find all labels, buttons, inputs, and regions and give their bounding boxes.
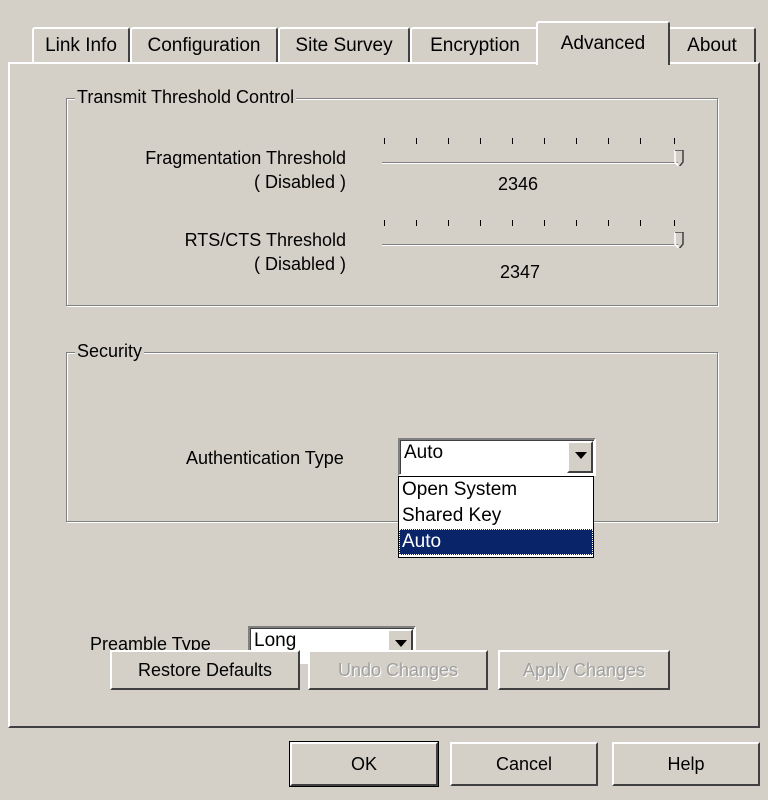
authentication-type-label: Authentication Type [186, 448, 344, 468]
authentication-type-select[interactable]: Auto [398, 438, 596, 476]
fragmentation-slider-thumb[interactable] [674, 150, 684, 166]
security-title: Security [75, 341, 145, 362]
fragmentation-status: ( Disabled ) [253, 172, 346, 192]
option-open-system[interactable]: Open System [399, 477, 593, 503]
security-group: Security [66, 341, 718, 522]
tab-site-survey[interactable]: Site Survey [278, 27, 410, 63]
authentication-type-dropdown[interactable]: Open System Shared Key Auto [398, 476, 594, 558]
option-auto[interactable]: Auto [399, 529, 593, 555]
tab-encryption[interactable]: Encryption [410, 27, 540, 63]
tab-configuration[interactable]: Configuration [130, 27, 278, 63]
fragmentation-threshold-label: Fragmentation Threshold [145, 148, 346, 168]
rts-cts-value: 2347 [500, 262, 541, 282]
apply-changes-button[interactable]: Apply Changes [498, 650, 670, 690]
tab-link-info[interactable]: Link Info [32, 27, 130, 63]
option-shared-key[interactable]: Shared Key [399, 503, 593, 529]
fragmentation-value: 2346 [498, 174, 539, 194]
ok-button[interactable]: OK [289, 741, 439, 787]
chevron-down-icon[interactable] [567, 441, 593, 473]
tab-about[interactable]: About [668, 27, 756, 63]
rts-cts-threshold-label: RTS/CTS Threshold [184, 230, 346, 250]
fragmentation-slider[interactable] [382, 134, 692, 170]
rts-cts-status: ( Disabled ) [253, 254, 346, 274]
preamble-type-value: Long [254, 630, 297, 651]
rts-cts-slider[interactable] [382, 216, 692, 252]
advanced-panel: Transmit Threshold Control Fragmentation… [8, 62, 760, 728]
transmit-threshold-title: Transmit Threshold Control [75, 87, 297, 108]
authentication-type-value: Auto [404, 442, 444, 463]
cancel-button[interactable]: Cancel [450, 742, 598, 786]
help-button[interactable]: Help [612, 742, 760, 786]
restore-defaults-button[interactable]: Restore Defaults [110, 650, 300, 690]
rts-cts-slider-thumb[interactable] [674, 232, 684, 248]
undo-changes-button[interactable]: Undo Changes [308, 650, 488, 690]
tab-advanced[interactable]: Advanced [536, 21, 670, 65]
